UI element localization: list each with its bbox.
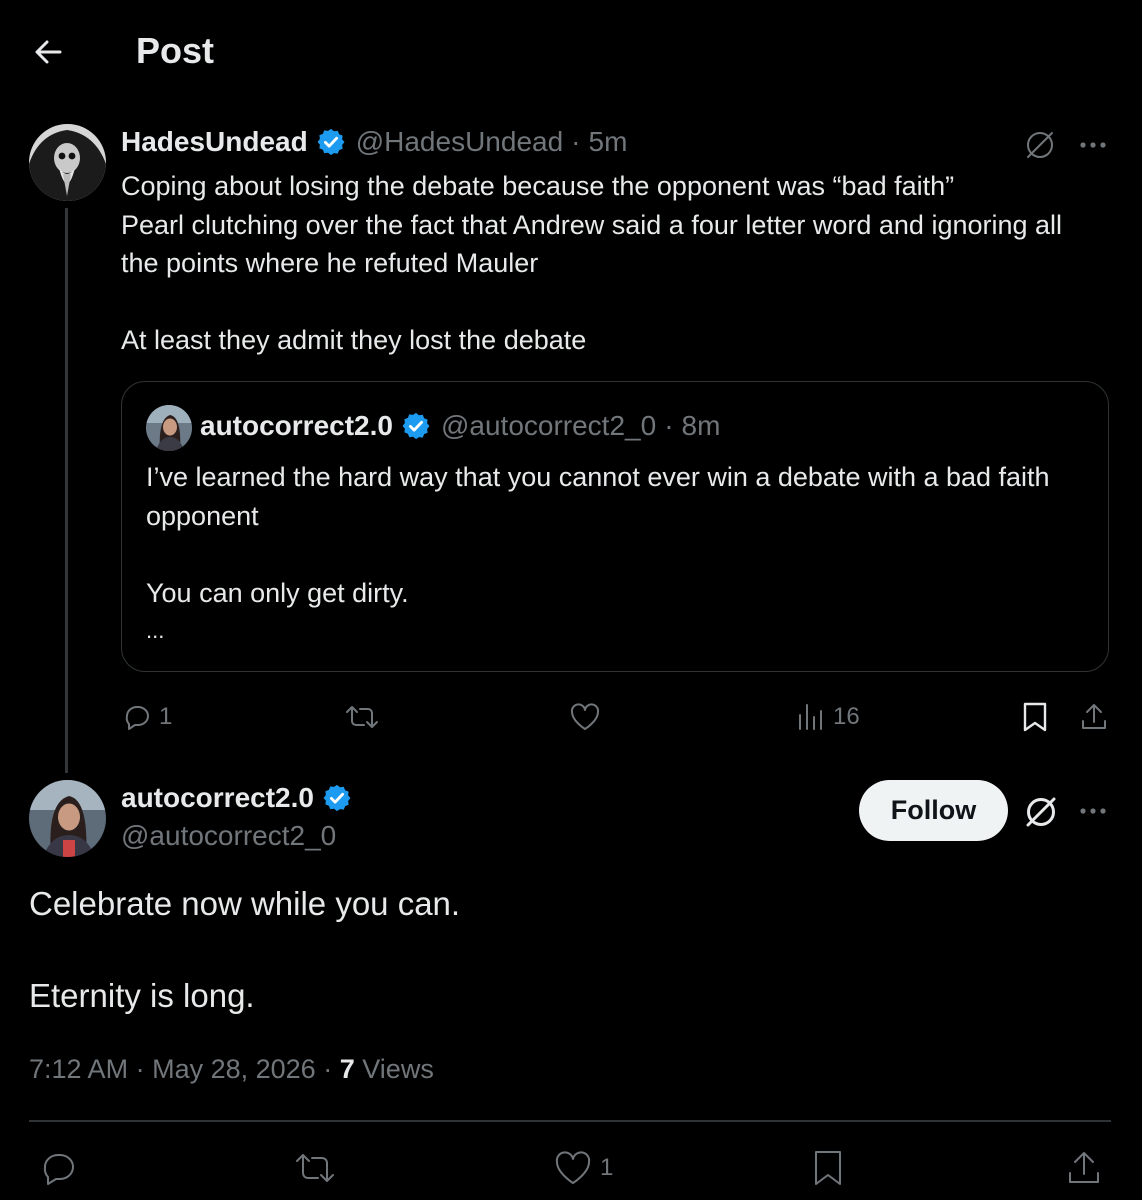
bookmark-button[interactable] bbox=[1020, 701, 1050, 733]
reply-button[interactable] bbox=[38, 1148, 80, 1188]
repost-icon bbox=[292, 1148, 338, 1188]
more-icon[interactable] bbox=[1076, 796, 1110, 826]
back-arrow-icon[interactable] bbox=[30, 34, 66, 70]
post-text: Coping about losing the debate because t… bbox=[121, 171, 1063, 355]
like-button[interactable] bbox=[568, 701, 602, 733]
divider bbox=[29, 1120, 1111, 1122]
quoted-post-header: autocorrect2.0 @autocorrect2_0 · 8m bbox=[200, 410, 720, 442]
post-metadata: 7:12 AM · May 28, 2026 · 7 Views bbox=[29, 1054, 434, 1085]
verified-badge-icon bbox=[401, 411, 431, 441]
more-icon[interactable] bbox=[1076, 130, 1110, 160]
share-button[interactable] bbox=[1078, 701, 1110, 733]
grok-icon[interactable] bbox=[1022, 793, 1060, 831]
author-handle[interactable]: @autocorrect2_0 bbox=[121, 820, 336, 852]
repost-icon bbox=[343, 701, 381, 733]
reply-icon bbox=[121, 701, 153, 733]
views-count: 7 bbox=[339, 1054, 355, 1084]
separator: · bbox=[323, 1054, 333, 1084]
author-handle[interactable]: @HadesUndead bbox=[356, 126, 563, 158]
verified-badge-icon bbox=[316, 127, 346, 157]
separator: · bbox=[571, 126, 581, 157]
post-time[interactable]: 5m bbox=[589, 126, 628, 158]
quoted-post-ellipsis: ... bbox=[146, 618, 165, 643]
separator: · bbox=[135, 1054, 145, 1084]
page-title: Post bbox=[136, 30, 215, 71]
like-icon bbox=[552, 1148, 594, 1188]
views-icon bbox=[795, 701, 827, 733]
post-text-line: Eternity is long. bbox=[29, 977, 255, 1014]
views-count: 16 bbox=[833, 703, 860, 730]
follow-button[interactable]: Follow bbox=[859, 780, 1008, 841]
like-count: 1 bbox=[600, 1154, 614, 1181]
separator: · bbox=[664, 410, 674, 441]
author-name[interactable]: HadesUndead bbox=[121, 126, 308, 158]
views-button[interactable]: 16 bbox=[795, 701, 860, 733]
avatar bbox=[146, 405, 192, 451]
avatar[interactable] bbox=[29, 124, 106, 201]
author-name-row: autocorrect2.0 bbox=[121, 782, 362, 814]
views-label: Views bbox=[362, 1054, 434, 1084]
verified-badge-icon bbox=[322, 783, 352, 813]
quoted-author-handle: @autocorrect2_0 bbox=[440, 410, 657, 441]
parent-post-header: HadesUndead @HadesUndead · 5m bbox=[121, 126, 627, 158]
bookmark-button[interactable] bbox=[810, 1148, 846, 1188]
reply-icon bbox=[38, 1148, 80, 1188]
post-time[interactable]: 7:12 AM bbox=[29, 1054, 128, 1084]
quoted-post-text: I’ve learned the hard way that you canno… bbox=[146, 462, 1050, 608]
share-icon bbox=[1064, 1148, 1104, 1188]
repost-button[interactable] bbox=[292, 1148, 338, 1188]
reply-button[interactable]: 1 bbox=[121, 701, 172, 733]
share-icon bbox=[1078, 701, 1110, 733]
like-button[interactable]: 1 bbox=[552, 1148, 613, 1188]
reply-count: 1 bbox=[159, 703, 173, 730]
quoted-author-name: autocorrect2.0 bbox=[200, 410, 393, 441]
author-name[interactable]: autocorrect2.0 bbox=[121, 782, 314, 814]
quoted-post-time: 8m bbox=[681, 410, 721, 441]
repost-button[interactable] bbox=[343, 701, 381, 733]
bookmark-icon bbox=[1020, 701, 1050, 733]
post-text-line: Celebrate now while you can. bbox=[29, 885, 461, 922]
bookmark-icon bbox=[810, 1148, 846, 1188]
share-button[interactable] bbox=[1064, 1148, 1104, 1188]
grok-icon[interactable] bbox=[1022, 127, 1058, 163]
like-icon bbox=[568, 701, 602, 733]
avatar[interactable] bbox=[29, 780, 106, 857]
post-date[interactable]: May 28, 2026 bbox=[152, 1054, 316, 1084]
thread-line bbox=[65, 208, 68, 773]
